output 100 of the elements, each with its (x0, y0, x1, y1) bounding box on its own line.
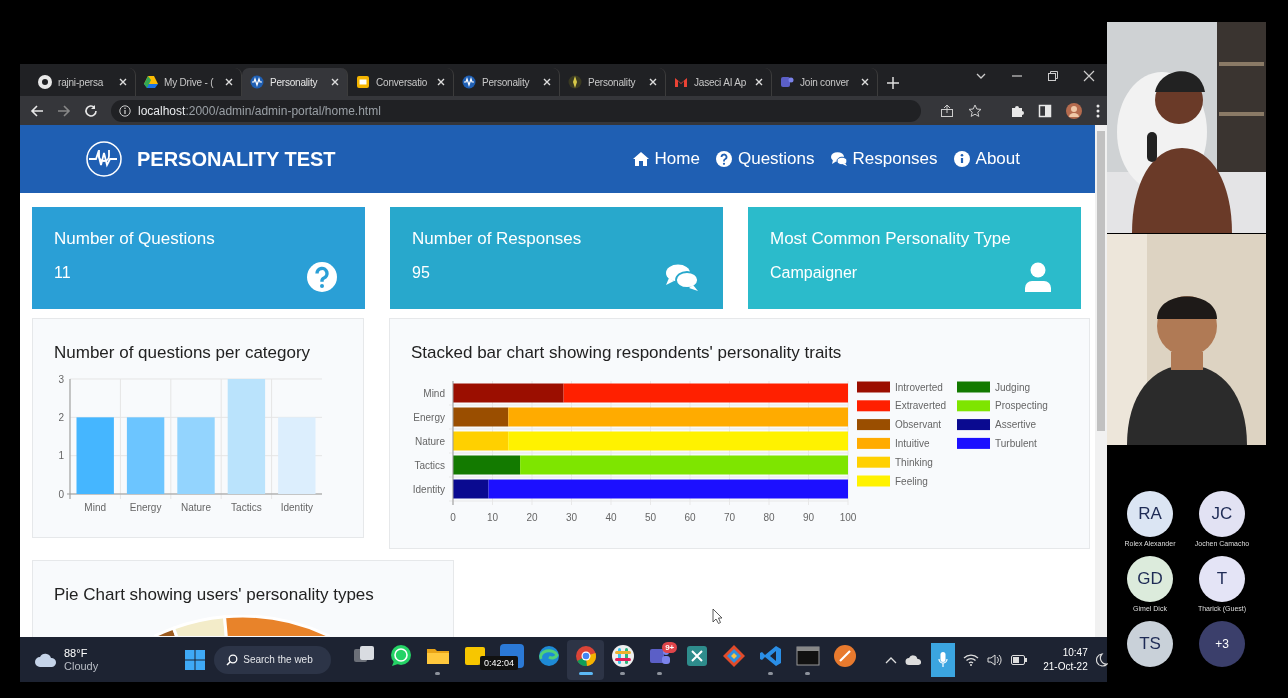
temperature: 88°F (64, 646, 89, 660)
stat-value: 95 (412, 264, 430, 282)
stat-title: Number of Responses (412, 229, 582, 249)
axis-label: 40 (605, 512, 617, 523)
circle-icon (38, 75, 52, 89)
back-icon[interactable] (30, 103, 44, 118)
browser-icon (573, 644, 598, 668)
cloud-icon (34, 651, 58, 668)
participant-avatar[interactable]: JC (1199, 491, 1245, 537)
close-icon[interactable] (647, 76, 659, 88)
code-icon (758, 644, 783, 668)
axis-label: 1 (58, 450, 64, 462)
axis-label: Identity (412, 483, 445, 495)
star-icon[interactable] (968, 103, 982, 118)
battery-icon[interactable] (1011, 654, 1028, 665)
axis-label: 10 (486, 512, 499, 523)
chart-title: Stacked bar chart showing respondents' personality traits (411, 342, 843, 364)
close-icon[interactable] (329, 76, 341, 88)
axis-label: 50 (644, 512, 657, 523)
close-icon[interactable] (859, 76, 871, 88)
clock-date: 21-Oct-22 (1043, 659, 1088, 674)
stat-value: Campaigner (770, 264, 858, 282)
avatar-icon[interactable] (1066, 102, 1082, 119)
nav-link[interactable]: About (953, 149, 1020, 169)
chat-icon (830, 151, 847, 167)
home-icon (632, 151, 649, 167)
plus-icon[interactable] (886, 76, 900, 90)
time-tooltip: 0:42:04 (480, 656, 519, 670)
forward-icon[interactable] (57, 103, 71, 118)
participant-avatar[interactable]: +3 (1199, 621, 1245, 667)
tool-icon (684, 644, 709, 668)
axis-label: Energy (129, 502, 162, 513)
participant-avatar[interactable]: GD (1127, 556, 1173, 602)
triangle-icon (144, 75, 158, 89)
more-icon[interactable] (1096, 103, 1100, 118)
chat-icon (388, 644, 413, 668)
stat-value: 11 (54, 264, 71, 282)
question-icon (715, 151, 732, 167)
cursor-icon (712, 608, 723, 624)
taskbar-app[interactable] (567, 639, 605, 680)
nav-link[interactable]: Home (632, 149, 700, 169)
weather-condition: Cloudy (64, 659, 99, 673)
legend-swatch (857, 381, 890, 393)
participant-avatar[interactable]: TS (1127, 621, 1173, 667)
cloud-icon[interactable] (905, 653, 924, 666)
legend-swatch (857, 475, 890, 487)
start-icon[interactable] (184, 648, 207, 671)
close-icon[interactable] (223, 76, 235, 88)
axis-label: Nature (415, 435, 445, 447)
browser-tab[interactable]: Personality (242, 68, 348, 96)
nav-link[interactable]: Questions (715, 149, 815, 169)
legend-label: Feeling (895, 475, 928, 487)
close-icon[interactable] (117, 76, 129, 88)
mic-button[interactable] (931, 642, 956, 677)
axis-label: Energy (413, 411, 445, 423)
taskbar-app[interactable]: 9+ (641, 639, 679, 680)
legend-label: Prospecting (995, 400, 1048, 412)
chat-icon (665, 262, 699, 294)
scrollbar[interactable] (1095, 125, 1107, 637)
axis-label: Identity (280, 502, 313, 513)
legend-label: Observant (895, 419, 942, 431)
diamond-icon (721, 644, 746, 668)
participant-avatar[interactable]: T (1199, 556, 1245, 602)
volume-icon[interactable] (987, 653, 1004, 666)
reload-icon[interactable] (84, 103, 98, 118)
clock-time: 10:47 (1062, 645, 1088, 660)
legend-label: Thinking (895, 456, 933, 468)
axis-label: Mind (84, 502, 107, 513)
close-icon[interactable] (541, 76, 553, 88)
legend-swatch (857, 456, 890, 468)
axis-label: 20 (526, 512, 538, 523)
search-icon (226, 653, 239, 666)
sidebar-icon[interactable] (1038, 103, 1052, 118)
moon-icon[interactable] (1095, 652, 1108, 667)
mail-icon (674, 75, 688, 89)
logo-icon (462, 75, 476, 89)
puzzle-icon[interactable] (1010, 103, 1024, 118)
legend-label: Assertive (995, 419, 1037, 431)
participant-avatar[interactable]: RA (1127, 491, 1173, 537)
nav-link[interactable]: Responses (830, 149, 938, 169)
stat-title: Number of Questions (54, 229, 215, 249)
close-icon[interactable] (753, 76, 765, 88)
close-icon[interactable] (1083, 70, 1095, 82)
close-icon[interactable] (435, 76, 447, 88)
legend-swatch (857, 400, 890, 412)
axis-label: Tactics (231, 502, 262, 513)
logo-icon (250, 75, 264, 89)
wifi-icon[interactable] (963, 653, 980, 666)
share-icon[interactable] (940, 103, 954, 118)
site-title: PERSONALITY TEST (137, 147, 336, 171)
legend-swatch (857, 419, 890, 431)
legend-swatch (957, 381, 990, 393)
search-field[interactable]: Search the web (214, 645, 332, 674)
legend-swatch (857, 437, 890, 449)
legend-label: Extraverted (895, 400, 947, 412)
axis-label: 0 (58, 488, 64, 500)
legend-swatch (957, 419, 990, 431)
restore-icon[interactable] (1047, 70, 1059, 82)
address-field[interactable]: localhost:2000/admin/admin-portal/home.html (111, 99, 921, 122)
globe-icon (536, 644, 561, 668)
